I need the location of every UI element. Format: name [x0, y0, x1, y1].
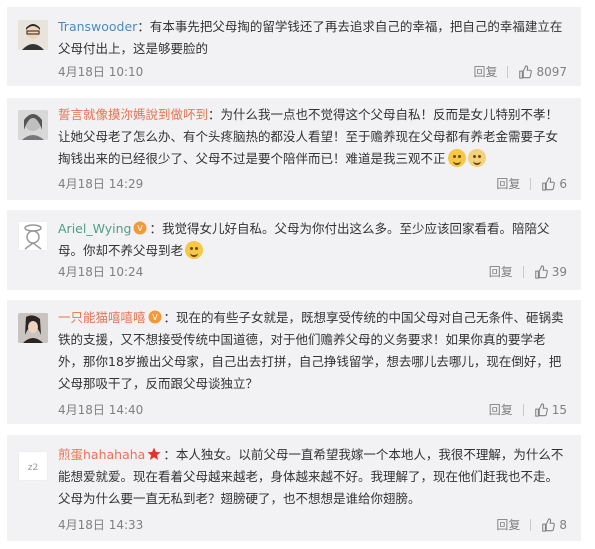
comment-text: 誓言就像摸沵媽說到做吥到：为什么我一点也不觉得这个父母自私！反而是女儿特别不孝！… — [58, 104, 569, 170]
comment-text: Transwooder：有本事先把父母掏的留学钱还了再去追求自己的幸福，把自己的… — [58, 16, 569, 60]
username-link[interactable]: 一只能猫嘻嘻嘻 — [58, 310, 146, 325]
comment-card: Transwooder：有本事先把父母掏的留学钱还了再去追求自己的幸福，把自己的… — [7, 7, 581, 86]
comment-actions: 回复 8 — [496, 516, 567, 533]
comment-time: 4月18日 14:29 — [58, 177, 144, 191]
thumbs-up-icon — [542, 176, 556, 191]
divider — [522, 265, 524, 278]
comment-card: Ariel_Wying V ：我觉得女儿好自私。父母为你付出这么多。至少应该回家看看… — [7, 210, 581, 290]
vip-badge-icon: V — [148, 310, 162, 324]
comment-feed: Transwooder：有本事先把父母掏的留学钱还了再去追求自己的幸福，把自己的… — [0, 0, 595, 549]
comment-card: 一只能猫嘻嘻嘻 V ：现在的有些子女就是，既想享受传统的中国父母对自己无条件、砸锅卖… — [7, 300, 581, 424]
avatar[interactable] — [18, 20, 48, 50]
reply-button[interactable]: 回复 — [489, 401, 513, 418]
comment-time: 4月18日 10:24 — [58, 265, 144, 279]
reply-button[interactable]: 回复 — [496, 516, 520, 533]
divider — [530, 177, 532, 190]
like-button[interactable]: 8 — [541, 518, 567, 532]
like-button[interactable]: 8097 — [518, 65, 567, 79]
user-avatar-icon — [18, 20, 48, 50]
comment-body: ：我觉得女儿好自私。父母为你付出这么多。至少应该回家看看。陪陪父母。你却不养父母… — [58, 221, 550, 258]
divider — [507, 65, 509, 78]
like-count: 8097 — [536, 64, 567, 79]
thumbs-up-icon — [542, 517, 556, 532]
avatar[interactable] — [18, 110, 48, 140]
comment-actions: 回复 39 — [489, 263, 567, 280]
avatar[interactable] — [18, 313, 48, 343]
like-count: 15 — [551, 402, 567, 417]
teary-emoji-icon — [185, 241, 204, 259]
thumbs-up-icon — [534, 402, 548, 417]
reply-button[interactable]: 回复 — [489, 263, 513, 280]
svg-text:V: V — [138, 224, 144, 233]
star-badge-icon — [147, 447, 161, 460]
thumbs-up-icon — [534, 264, 548, 279]
comment-actions: 回复 8097 — [473, 63, 567, 80]
comment-text: 煎蛋hahahaha ：本人独女。以前父母一直希望我嫁一个本地人，我很不理解，为什… — [58, 444, 569, 510]
username-link[interactable]: 誓言就像摸沵媽說到做吥到 — [58, 107, 208, 122]
reply-button[interactable]: 回复 — [496, 175, 520, 192]
username-link[interactable]: Transwooder — [58, 19, 137, 34]
smirk-emoji-icon — [467, 149, 486, 167]
reply-button[interactable]: 回复 — [473, 63, 497, 80]
user-avatar-icon — [18, 110, 48, 140]
svg-text:V: V — [152, 313, 158, 322]
comment-time: 4月18日 10:10 — [58, 65, 144, 79]
divider — [530, 518, 532, 531]
comment-text: 一只能猫嘻嘻嘻 V ：现在的有些子女就是，既想享受传统的中国父母对自己无条件、砸锅卖… — [58, 307, 569, 395]
svg-text:z2: z2 — [28, 463, 38, 473]
thumbs-up-icon — [519, 64, 533, 79]
comment-time: 4月18日 14:33 — [58, 518, 144, 532]
username-link[interactable]: 煎蛋hahahaha — [58, 447, 145, 462]
like-count: 8 — [559, 517, 567, 532]
divider — [522, 403, 524, 416]
like-count: 6 — [559, 176, 567, 191]
vip-badge-icon: V — [133, 221, 147, 235]
user-avatar-icon: z2 — [18, 451, 48, 481]
like-count: 39 — [551, 264, 567, 279]
comment-time: 4月18日 14:40 — [58, 403, 144, 417]
laughing-emoji-icon — [447, 149, 466, 167]
avatar[interactable]: z2 — [18, 451, 48, 481]
username-link[interactable]: Ariel_Wying — [58, 221, 131, 236]
user-avatar-icon — [18, 221, 48, 251]
comment-card: 誓言就像摸沵媽說到做吥到：为什么我一点也不觉得这个父母自私！反而是女儿特别不孝！… — [7, 98, 581, 200]
like-button[interactable]: 39 — [534, 265, 567, 279]
user-avatar-icon — [18, 313, 48, 343]
avatar[interactable] — [18, 221, 48, 251]
like-button[interactable]: 15 — [534, 403, 567, 417]
like-button[interactable]: 6 — [541, 177, 567, 191]
comment-actions: 回复 6 — [496, 175, 567, 192]
comment-text: Ariel_Wying V ：我觉得女儿好自私。父母为你付出这么多。至少应该回家看看… — [58, 218, 569, 262]
comment-card: z2 煎蛋hahahaha ：本人独女。以前父母一直希望我嫁一个本地人，我很不理解… — [7, 435, 581, 541]
comment-actions: 回复 15 — [489, 401, 567, 418]
